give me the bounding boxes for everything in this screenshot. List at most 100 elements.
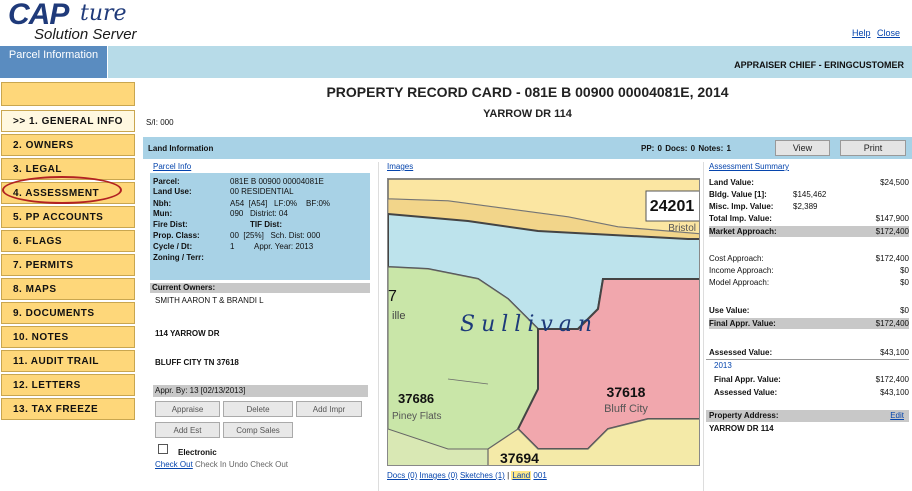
zoning-label: Zoning / Terr: bbox=[153, 253, 204, 262]
parcel-map-image[interactable]: 24201 Bristol 7 ille Sullivan 37618 Bluf… bbox=[387, 178, 700, 466]
docs-link[interactable]: Docs (0) bbox=[387, 471, 417, 480]
total-imp-row: Total Imp. Value: $147,900 bbox=[709, 213, 909, 224]
tab-parcel-information[interactable]: Parcel Information bbox=[0, 46, 108, 78]
assessed-2013-label: Assessed Value: bbox=[714, 388, 778, 397]
edit-address-link[interactable]: Edit bbox=[890, 411, 904, 420]
model-approach-row: Model Approach: $0 bbox=[709, 277, 909, 288]
captue-logo: CAP ture Solution Server bbox=[6, 0, 236, 45]
nav-item-10[interactable]: 10. NOTES bbox=[1, 326, 135, 348]
model-approach-label: Model Approach: bbox=[709, 278, 770, 287]
income-approach-value: $0 bbox=[900, 266, 909, 275]
nav-item-11[interactable]: 11. AUDIT TRAIL bbox=[1, 350, 135, 372]
appraised-by: Appr. By: 13 [02/13/2013] bbox=[153, 385, 368, 397]
cycle-value: 1 Appr. Year: 2013 bbox=[230, 242, 314, 251]
final-appr-2013-label: Final Appr. Value: bbox=[714, 375, 781, 384]
use-value: $0 bbox=[900, 306, 909, 315]
nbh-label: Nbh: bbox=[153, 199, 172, 208]
check-in-link[interactable]: Check In bbox=[195, 460, 227, 469]
electronic-label: Electronic bbox=[178, 448, 217, 457]
sketches-link[interactable]: Sketches (1) bbox=[460, 471, 505, 480]
undo-check-out-link[interactable]: Undo Check Out bbox=[229, 460, 288, 469]
propclass-label: Prop. Class: bbox=[153, 231, 200, 240]
landuse-label: Land Use: bbox=[153, 187, 192, 196]
mun-value: 090 District: 04 bbox=[230, 209, 288, 218]
ville-label: ille bbox=[392, 310, 405, 322]
cost-approach-value: $172,400 bbox=[875, 254, 909, 263]
counts-label: PP: 0 Docs: 0 Notes: 1 bbox=[641, 144, 731, 153]
bluff-city-label: Bluff City bbox=[604, 403, 648, 415]
comp-sales-button[interactable]: Comp Sales bbox=[223, 422, 293, 438]
images-link[interactable]: Images (0) bbox=[419, 471, 457, 480]
income-approach-label: Income Approach: bbox=[709, 266, 774, 275]
appraise-button[interactable]: Appraise bbox=[155, 401, 220, 417]
nav-item-2[interactable]: 2. OWNERS bbox=[1, 134, 135, 156]
land-link[interactable]: Land bbox=[511, 471, 532, 480]
nav-spacer bbox=[1, 82, 135, 106]
land-number-link[interactable]: 001 bbox=[533, 471, 546, 480]
add-impr-button[interactable]: Add Impr bbox=[296, 401, 362, 417]
seven-label: 7 bbox=[388, 288, 397, 305]
view-button[interactable]: View bbox=[775, 140, 830, 156]
nav-item-6[interactable]: 6. FLAGS bbox=[1, 230, 135, 252]
misc-imp-value: $2,389 bbox=[793, 202, 818, 211]
market-approach-row: Market Approach: $172,400 bbox=[709, 226, 909, 237]
owner-name: SMITH AARON T & BRANDI L bbox=[155, 296, 264, 305]
assessed-value-row: Assessed Value: $43,100 bbox=[709, 347, 909, 358]
assessed-value: $43,100 bbox=[880, 348, 909, 357]
final-appr-row: Final Appr. Value: $172,400 bbox=[709, 318, 909, 329]
market-approach-value: $172,400 bbox=[875, 227, 909, 236]
land-value-row: Land Value: $24,500 bbox=[709, 177, 909, 188]
add-est-button[interactable]: Add Est bbox=[155, 422, 220, 438]
land-info-label: Land Information bbox=[148, 144, 214, 153]
nav-item-8[interactable]: 8. MAPS bbox=[1, 278, 135, 300]
income-approach-row: Income Approach: $0 bbox=[709, 265, 909, 276]
misc-imp-row: Misc. Imp. Value: $2,389 bbox=[709, 201, 909, 212]
image-links: Docs (0) Images (0) Sketches (1) | Land … bbox=[387, 471, 547, 480]
help-link[interactable]: Help bbox=[852, 28, 871, 38]
nbh-value: A54 [A54] LF:0% BF:0% bbox=[230, 199, 331, 208]
zip-37618: 37618 bbox=[607, 384, 646, 400]
check-out-link[interactable]: Check Out bbox=[155, 460, 193, 469]
assessment-summary-header[interactable]: Assessment Summary bbox=[709, 162, 789, 171]
nav-item-1[interactable]: >> 1. GENERAL INFO bbox=[1, 110, 135, 132]
bristol-label: Bristol bbox=[668, 223, 696, 234]
highlight-circle bbox=[2, 176, 122, 204]
landuse-value: 00 RESIDENTIAL bbox=[230, 187, 294, 196]
close-link[interactable]: Close bbox=[877, 28, 900, 38]
electronic-checkbox[interactable] bbox=[158, 444, 168, 454]
zip-map: 24201 Bristol 7 ille Sullivan 37618 Bluf… bbox=[388, 179, 699, 466]
final-appr-2013-row: Final Appr. Value: $172,400 bbox=[714, 374, 909, 385]
final-appr-2013-value: $172,400 bbox=[875, 375, 909, 384]
bldg-value: $145,462 bbox=[793, 190, 827, 199]
model-approach-value: $0 bbox=[900, 278, 909, 287]
delete-button[interactable]: Delete bbox=[223, 401, 293, 417]
market-approach-label: Market Approach: bbox=[709, 227, 777, 236]
tif-label: TIF Dist: bbox=[250, 220, 282, 229]
propclass-value: 00 [25%] Sch. Dist: 000 bbox=[230, 231, 321, 240]
parcel-value: 081E B 00900 00004081E bbox=[230, 177, 324, 186]
sn-label: S/I: 000 bbox=[146, 118, 174, 127]
sullivan-label: Sullivan bbox=[460, 312, 598, 337]
total-imp-value: $147,900 bbox=[875, 214, 909, 223]
bldg-value-label: Bldg. Value [1]: bbox=[709, 190, 767, 199]
land-value-label: Land Value: bbox=[709, 178, 754, 187]
property-address-title: YARROW DR 114 bbox=[483, 108, 572, 120]
cost-approach-label: Cost Approach: bbox=[709, 254, 764, 263]
nav-item-5[interactable]: 5. PP ACCOUNTS bbox=[1, 206, 135, 228]
assessed-value-label: Assessed Value: bbox=[709, 348, 773, 357]
total-imp-label: Total Imp. Value: bbox=[709, 214, 772, 223]
zip-37694: 37694 bbox=[500, 450, 539, 466]
parcel-info-header[interactable]: Parcel Info bbox=[153, 162, 191, 171]
nav-item-9[interactable]: 9. DOCUMENTS bbox=[1, 302, 135, 324]
owners-header: Current Owners: bbox=[150, 283, 370, 293]
owner-address-line1: 114 YARROW DR bbox=[155, 329, 220, 338]
print-button[interactable]: Print bbox=[840, 140, 906, 156]
nav-item-13[interactable]: 13. TAX FREEZE bbox=[1, 398, 135, 420]
nav-item-7[interactable]: 7. PERMITS bbox=[1, 254, 135, 276]
images-header[interactable]: Images bbox=[387, 162, 413, 171]
nav-item-12[interactable]: 12. LETTERS bbox=[1, 374, 135, 396]
owner-address-line2: BLUFF CITY TN 37618 bbox=[155, 358, 239, 367]
logo-script: ture bbox=[80, 1, 127, 26]
year-label: 2013 bbox=[714, 361, 732, 370]
page-title: PROPERTY RECORD CARD - 081E B 00900 0000… bbox=[326, 84, 729, 100]
